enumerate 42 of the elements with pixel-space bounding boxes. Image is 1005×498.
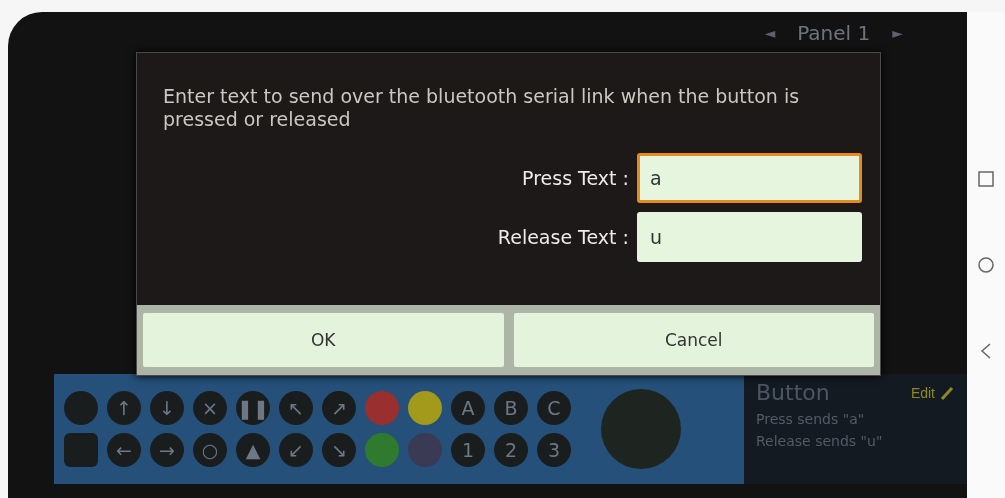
square-icon[interactable] xyxy=(978,171,994,187)
panel-name: Panel 1 xyxy=(797,21,871,45)
back-icon[interactable] xyxy=(980,343,992,359)
text-field[interactable]: a xyxy=(637,153,862,203)
palette-key[interactable]: ↗ xyxy=(322,391,356,425)
info-text: Release sends "u" xyxy=(756,433,884,449)
palette-key[interactable]: 2 xyxy=(494,433,528,467)
palette-key[interactable]: 3 xyxy=(537,433,571,467)
field-label: Press Text : xyxy=(522,167,629,189)
circle-icon[interactable] xyxy=(978,257,994,273)
edit-button[interactable]: Edit xyxy=(910,384,955,401)
dialog-message: Enter text to send over the bluetooth serial link when the button is pressed or released xyxy=(163,85,801,131)
palette-key[interactable]: ↓ xyxy=(150,391,184,425)
palette-key[interactable]: B xyxy=(494,391,528,425)
palette-key[interactable]: ← xyxy=(107,433,141,467)
palette-key[interactable]: ↙ xyxy=(279,433,313,467)
info-title: Button xyxy=(756,380,830,405)
palette-key[interactable]: 1 xyxy=(451,433,485,467)
info-text: Press sends "a" xyxy=(756,411,866,427)
palette-key[interactable]: ▲ xyxy=(236,433,270,467)
palette-key[interactable] xyxy=(64,433,98,467)
palette-key[interactable]: → xyxy=(150,433,184,467)
palette-key[interactable]: ↘ xyxy=(322,433,356,467)
palette-key[interactable]: ❚❚ xyxy=(236,391,270,425)
ok-button[interactable]: OK xyxy=(143,313,504,367)
palette-key[interactable]: ↖ xyxy=(279,391,313,425)
palette-key[interactable]: ↑ xyxy=(107,391,141,425)
palette-key[interactable]: ○ xyxy=(193,433,227,467)
palette-key[interactable]: C xyxy=(537,391,571,425)
next-panel-button[interactable]: ► xyxy=(892,25,903,41)
color-key[interactable] xyxy=(365,391,399,425)
pencil-icon xyxy=(939,384,955,401)
previous-panel-button[interactable]: ◄ xyxy=(764,25,776,41)
palette-key[interactable]: × xyxy=(193,391,227,425)
palette-key[interactable]: A xyxy=(451,391,485,425)
cancel-button[interactable]: Cancel xyxy=(513,313,874,367)
color-key[interactable] xyxy=(408,433,442,467)
palette-key[interactable] xyxy=(64,391,98,425)
color-key[interactable] xyxy=(408,391,442,425)
field-label: Release Text : xyxy=(497,226,629,248)
color-key[interactable] xyxy=(365,433,399,467)
text-field[interactable]: u xyxy=(637,212,862,262)
